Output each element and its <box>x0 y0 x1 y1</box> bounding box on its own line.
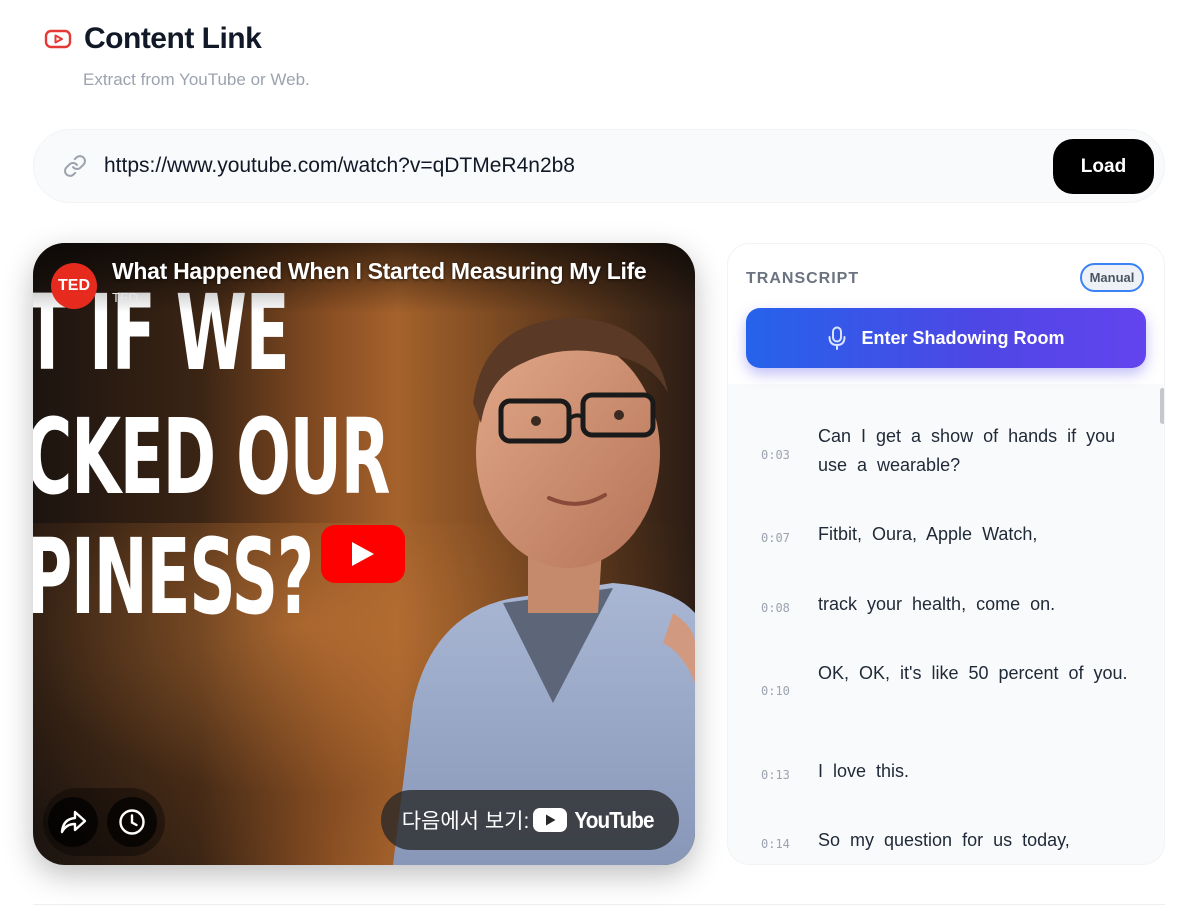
transcript-panel: TRANSCRIPT Manual Enter Shadowing Room 0… <box>727 243 1165 865</box>
youtube-logo-icon <box>533 808 568 832</box>
page-title: Content Link <box>84 22 262 55</box>
link-icon <box>62 153 88 179</box>
transcript-text: I love this. <box>818 761 910 781</box>
transcript-header: TRANSCRIPT Manual Enter Shadowing Room <box>728 244 1164 384</box>
thumbnail-text-line: CKED OUR <box>33 396 390 518</box>
transcript-text: OK, OK, it's like 50 percent of you. <box>818 663 1128 683</box>
speaker-image <box>393 318 695 865</box>
page-subtitle: Extract from YouTube or Web. <box>83 70 310 89</box>
transcript-text: So my question for us today, <box>818 830 1070 850</box>
video-title[interactable]: What Happened When I Started Measuring M… <box>112 258 652 285</box>
youtube-logo: YouTube <box>533 807 658 834</box>
page-header: Content Link Extract from YouTube or Web… <box>44 22 310 90</box>
transcript-timestamp: 0:10 <box>761 684 790 698</box>
play-icon <box>352 542 374 566</box>
transcript-text: Can I get a show of hands if you use a w… <box>818 426 1116 475</box>
video-channel[interactable]: TED <box>112 290 138 305</box>
transcript-timestamp: 0:08 <box>761 601 790 615</box>
transcript-timestamp: 0:14 <box>761 837 790 851</box>
bottom-divider <box>33 904 1165 905</box>
share-icon <box>60 810 87 834</box>
transcript-timestamp: 0:13 <box>761 768 790 782</box>
microphone-icon <box>828 326 846 350</box>
play-button[interactable] <box>321 525 405 583</box>
url-input[interactable] <box>102 153 1164 179</box>
transcript-label: TRANSCRIPT <box>746 270 860 287</box>
transcript-text: Fitbit, Oura, Apple Watch, <box>818 524 1038 544</box>
clock-icon <box>119 809 145 835</box>
enter-shadowing-room-button[interactable]: Enter Shadowing Room <box>746 308 1146 368</box>
watch-later-button[interactable] <box>107 797 157 847</box>
transcript-text: track your health, come on. <box>818 594 1056 614</box>
load-button[interactable]: Load <box>1053 139 1154 194</box>
transcript-timestamp: 0:07 <box>761 531 790 545</box>
youtube-icon <box>44 29 72 49</box>
watch-on-youtube-button[interactable]: 다음에서 보기: YouTube <box>381 790 679 850</box>
channel-logo[interactable]: TED <box>51 263 97 309</box>
thumbnail-text-line: PINESS? <box>33 516 314 638</box>
video-player[interactable]: T IF WE CKED OUR PINESS? TED What Happen… <box>33 243 695 865</box>
share-button[interactable] <box>48 797 98 847</box>
youtube-wordmark: YouTube <box>574 806 655 833</box>
transcript-scrollbar[interactable] <box>1160 388 1164 424</box>
manual-badge: Manual <box>1080 263 1144 292</box>
watch-on-label: 다음에서 보기: <box>401 810 530 833</box>
transcript-timestamp: 0:03 <box>761 448 790 462</box>
shadowing-button-label: Enter Shadowing Room <box>861 327 1065 348</box>
url-bar: Load <box>33 129 1165 203</box>
